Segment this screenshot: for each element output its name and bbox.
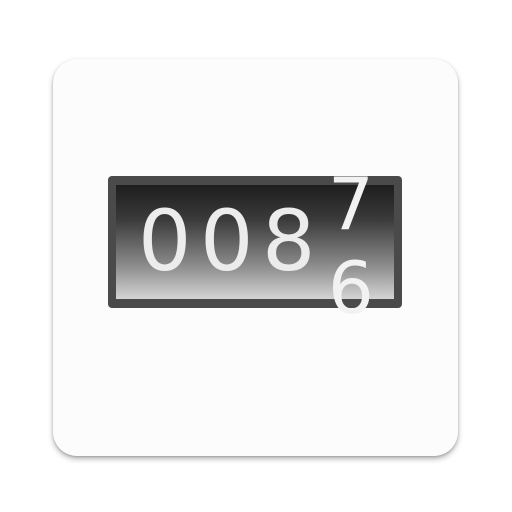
rolling-digit-bottom: 6	[328, 246, 374, 330]
counter-digit-2: 0	[200, 192, 254, 290]
counter-digit-3: 8	[262, 192, 316, 290]
app-icon-canvas: 0 0 8 7 6	[0, 0, 512, 512]
rolling-digit-top: 7	[328, 162, 374, 246]
counter-digit-1: 0	[138, 192, 192, 290]
